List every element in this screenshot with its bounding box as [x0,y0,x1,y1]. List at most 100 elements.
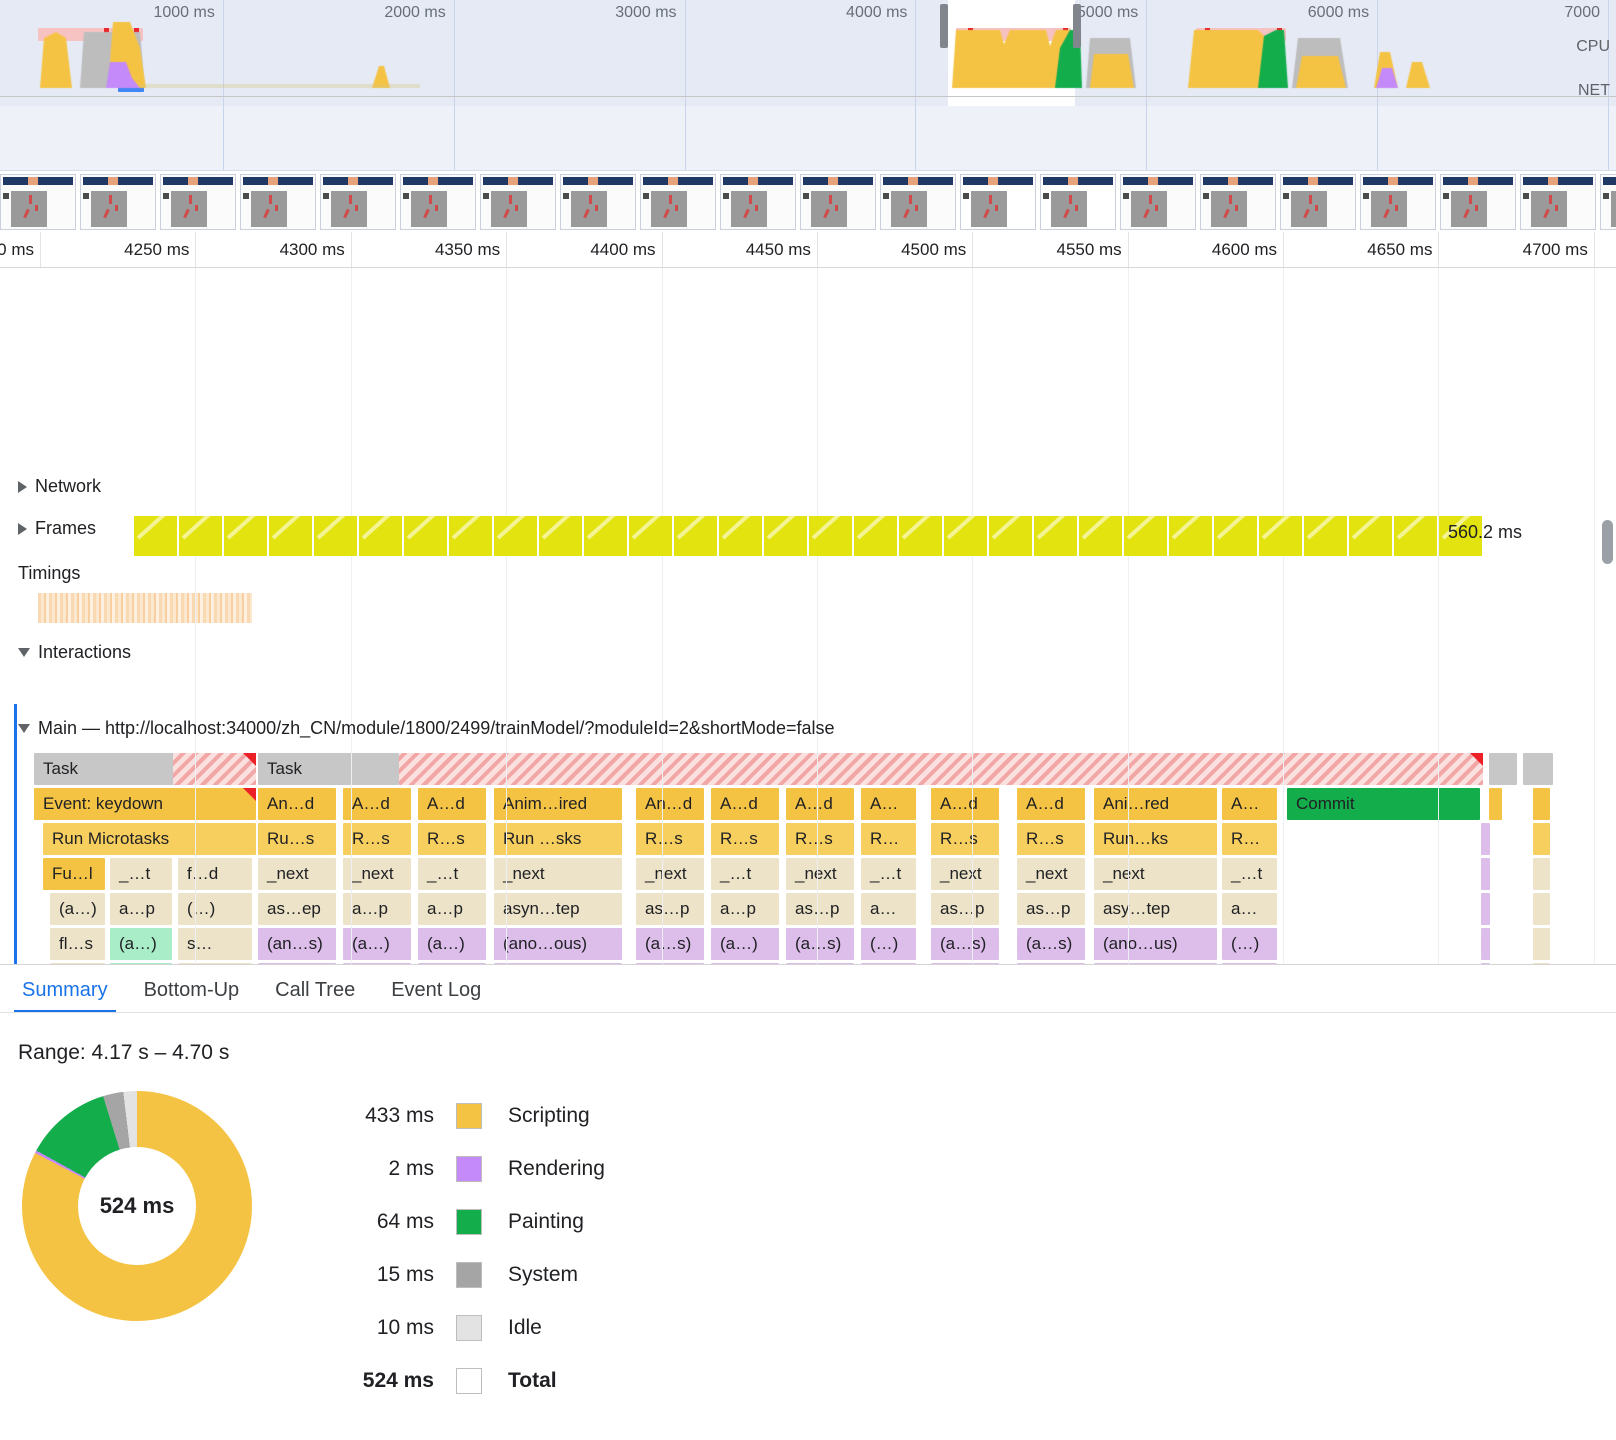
frame-block[interactable] [854,516,897,556]
flame-block[interactable]: _next [786,858,854,890]
filmstrip-frame[interactable] [400,174,476,230]
flame-block[interactable]: asy…tep [1094,893,1217,925]
flame-block[interactable]: (…) [861,928,916,960]
flame-block[interactable]: asyn…tep [494,893,622,925]
flame-block[interactable]: R… [1222,823,1277,855]
flame-block[interactable]: (ano…ous) [494,928,622,960]
flame-block[interactable] [1489,788,1502,820]
filmstrip-frame[interactable] [1440,174,1516,230]
frame-block[interactable] [179,516,222,556]
flame-block[interactable] [1523,753,1553,785]
flame-block[interactable]: Ani…red [1094,788,1217,820]
flame-block[interactable]: (a…) [711,928,779,960]
filmstrip-frame[interactable] [240,174,316,230]
tab-call-tree[interactable]: Call Tree [267,979,377,1012]
flame-block[interactable]: An…d [636,788,704,820]
frame-block[interactable] [674,516,717,556]
flame-block[interactable] [1533,893,1550,925]
filmstrip-frame[interactable] [960,174,1036,230]
frame-block[interactable] [1169,516,1212,556]
filmstrip-frame[interactable] [1040,174,1116,230]
flame-block[interactable]: (a…) [110,928,172,960]
warning-flag-icon[interactable] [243,788,256,801]
main-flame-chart[interactable]: TaskTaskEvent: keydownAn…dA…dA…dAnim…ire… [0,752,1616,964]
filmstrip-frame[interactable] [1360,174,1436,230]
filmstrip-frame[interactable] [320,174,396,230]
flame-block[interactable]: (a…) [418,928,486,960]
timings-bars[interactable] [38,593,252,623]
flame-block[interactable]: R…s [418,823,486,855]
flame-block[interactable]: a…p [110,893,172,925]
flame-block[interactable]: (…) [178,893,252,925]
flame-block[interactable]: (a…s) [1017,928,1085,960]
frame-block[interactable] [359,516,402,556]
flame-block[interactable]: a…p [418,893,486,925]
flame-block[interactable]: as…p [636,893,704,925]
filmstrip-frame[interactable] [1520,174,1596,230]
frame-block[interactable] [1034,516,1077,556]
filmstrip-frame[interactable] [1120,174,1196,230]
frame-block[interactable] [449,516,492,556]
filmstrip-frame[interactable] [880,174,956,230]
timeline-ruler[interactable]: 200 ms4250 ms4300 ms4350 ms4400 ms4450 m… [0,232,1616,268]
frame-block[interactable] [1214,516,1257,556]
warning-flag-icon[interactable] [1470,753,1483,766]
flame-block[interactable]: _next [931,858,999,890]
flame-block[interactable]: (an…s) [258,928,336,960]
flame-block[interactable]: Run…ks [1094,823,1217,855]
flame-block[interactable]: A…d [343,788,411,820]
filmstrip-frame[interactable] [480,174,556,230]
frames-strip[interactable] [134,516,1482,556]
frame-block[interactable] [539,516,582,556]
flame-block[interactable]: f…d [178,858,252,890]
overview-resize-handle-right[interactable] [1073,4,1081,48]
sidebar-item-frames[interactable]: Frames [0,518,96,539]
sidebar-item-interactions[interactable]: Interactions [0,642,131,663]
frame-block[interactable] [1349,516,1392,556]
flame-block[interactable]: Run …sks [494,823,622,855]
chevron-down-icon[interactable] [18,724,30,733]
frame-block[interactable] [1304,516,1347,556]
flame-block[interactable]: as…p [786,893,854,925]
flame-block[interactable]: fl…s [50,928,105,960]
frame-block[interactable] [629,516,672,556]
flame-block[interactable]: _next [343,858,411,890]
frame-block[interactable] [134,516,177,556]
filmstrip-frame[interactable] [0,174,76,230]
sidebar-item-main[interactable]: Main — http://localhost:34000/zh_CN/modu… [0,718,835,739]
flame-block[interactable]: (a…s) [786,928,854,960]
flame-block[interactable]: _next [258,858,336,890]
flame-block[interactable]: _next [1017,858,1085,890]
flame-block[interactable]: s… [178,928,252,960]
flame-block[interactable]: _…t [711,858,779,890]
flame-block[interactable]: A…d [786,788,854,820]
flame-block[interactable]: _…t [110,858,172,890]
flame-block[interactable]: Task [258,753,399,785]
flame-block[interactable]: R… [861,823,916,855]
frame-block[interactable] [1124,516,1167,556]
tab-summary[interactable]: Summary [14,979,130,1012]
flame-block[interactable]: Anim…ired [494,788,622,820]
flame-block[interactable] [1481,928,1490,960]
flame-block[interactable]: a… [1222,893,1277,925]
frame-block[interactable] [1394,516,1437,556]
flame-block[interactable]: _next [1094,858,1217,890]
flame-block[interactable]: A… [861,788,916,820]
flame-block[interactable] [1533,858,1550,890]
filmstrip-frame[interactable] [160,174,236,230]
flame-block[interactable]: R…s [786,823,854,855]
frame-block[interactable] [809,516,852,556]
frame-block[interactable] [404,516,447,556]
flame-block[interactable] [1533,823,1550,855]
flame-block[interactable]: A…d [711,788,779,820]
flame-block[interactable]: (a…) [50,893,105,925]
flame-block[interactable]: R…s [636,823,704,855]
filmstrip-frame[interactable] [1280,174,1356,230]
flame-block[interactable] [1481,858,1490,890]
frame-block[interactable] [314,516,357,556]
flame-block[interactable] [1489,753,1517,785]
tab-bottom-up[interactable]: Bottom-Up [136,979,262,1012]
summary-donut-chart[interactable]: 524 ms [22,1091,252,1321]
timeline-overview[interactable]: 1000 ms2000 ms3000 ms4000 ms5000 ms6000 … [0,0,1616,170]
warning-flag-icon[interactable] [243,753,256,766]
